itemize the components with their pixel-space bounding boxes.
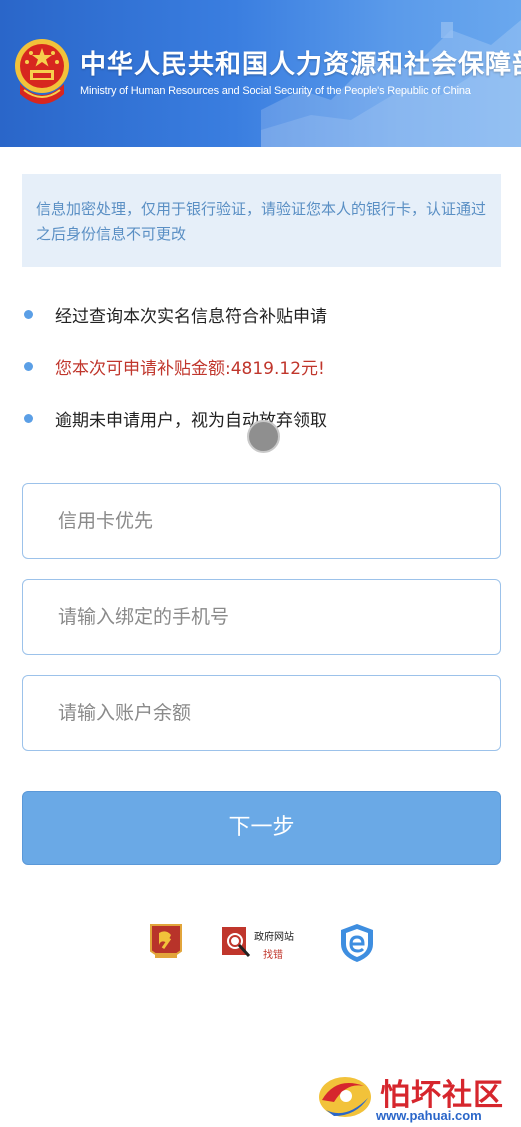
next-step-button[interactable]: 下一步 — [22, 791, 501, 865]
watermark: 怕坏社区 www.pahuai.com — [316, 1068, 516, 1124]
bullet-dot-icon — [24, 309, 33, 319]
ministry-title-en: Ministry of Human Resources and Social S… — [80, 85, 471, 97]
national-emblem-icon — [15, 39, 69, 104]
list-item: 经过查询本次实名信息符合补贴申请 — [22, 288, 501, 340]
party-emblem-icon[interactable] — [149, 923, 183, 963]
magnifier-icon — [222, 927, 251, 958]
page: 中华人民共和国人力资源和社会保障部 Ministry of Human Reso… — [0, 0, 521, 1127]
balance-field[interactable] — [22, 675, 501, 751]
ministry-title-cn: 中华人民共和国人力资源和社会保障部 — [80, 50, 521, 80]
bullet-dot-icon — [24, 413, 33, 423]
gov-site-label: 政府网站 — [254, 932, 294, 943]
balance-input[interactable] — [23, 676, 500, 750]
watermark-logo-icon — [319, 1077, 371, 1117]
bullet-dot-icon — [24, 361, 33, 371]
phone-input[interactable] — [23, 580, 500, 654]
header-banner: 中华人民共和国人力资源和社会保障部 Ministry of Human Reso… — [0, 0, 521, 147]
notice-box: 信息加密处理，仅用于银行验证，请验证您本人的银行卡，认证通过之后身份信息不可更改 — [22, 174, 501, 267]
list-item-text: 逾期未申请用户，视为自动放弃领取 — [55, 410, 327, 431]
e-shield-icon[interactable] — [338, 922, 376, 964]
card-number-input[interactable] — [23, 484, 500, 558]
phone-field[interactable] — [22, 579, 501, 655]
list-item-text: 经过查询本次实名信息符合补贴申请 — [55, 306, 327, 327]
subsidy-amount-text: 您本次可申请补贴金额:4819.12元! — [55, 358, 325, 379]
touch-indicator — [247, 420, 280, 453]
list-item-amount: 您本次可申请补贴金额:4819.12元! — [22, 340, 501, 392]
card-number-field[interactable] — [22, 483, 501, 559]
find-error-label: 找错 — [263, 950, 283, 961]
watermark-url: www.pahuai.com — [376, 1108, 482, 1123]
gov-site-report-logo[interactable]: 政府网站 找错 — [221, 924, 301, 964]
